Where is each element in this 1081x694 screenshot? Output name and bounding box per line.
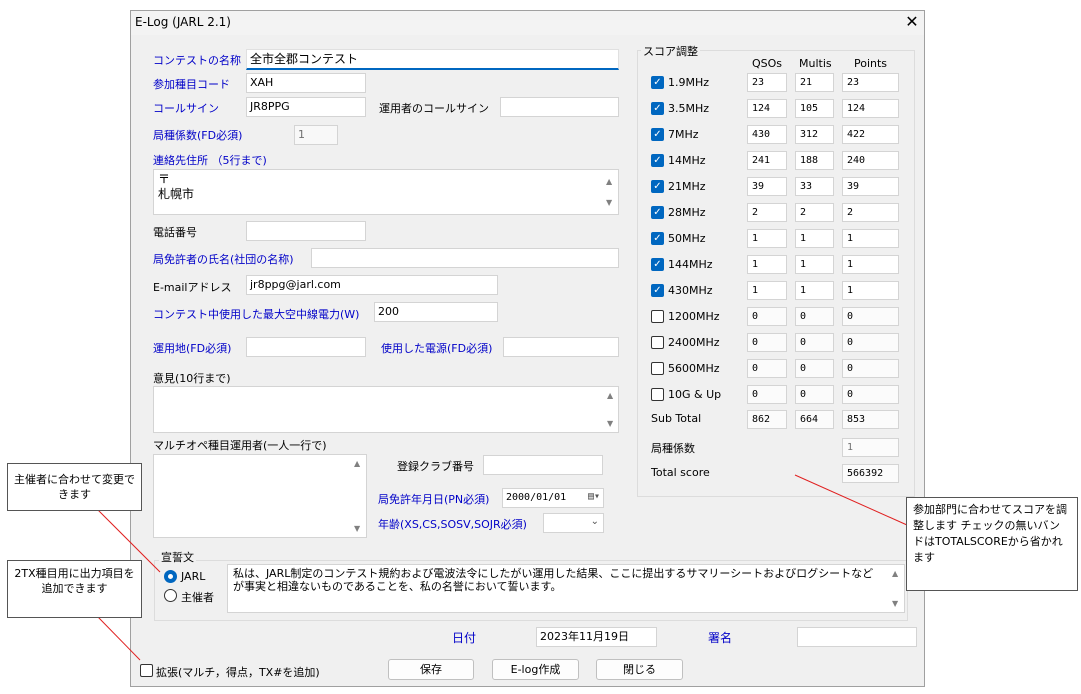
callout-organizer: 主催者に合わせて変更できます (7, 463, 142, 511)
callout-extend: 2TX種目用に出力項目を追加できます (7, 560, 142, 618)
callout-score: 参加部門に合わせてスコアを調整します チェックの無いバンドはTOTALSCORE… (906, 497, 1078, 591)
